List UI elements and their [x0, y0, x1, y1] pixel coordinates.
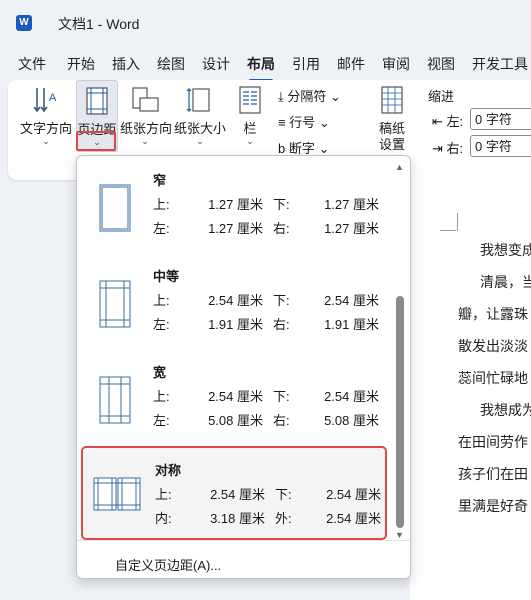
- chevron-down-icon: ⌄: [330, 89, 341, 104]
- chevron-down-icon: ⌄: [42, 136, 50, 146]
- normal-margins-icon: [99, 280, 131, 328]
- mirrored-margins-icon: [93, 477, 141, 511]
- document-line: 蕊间忙碌地: [458, 370, 528, 386]
- document-line: 瓣，让露珠: [458, 306, 528, 322]
- document-line: 清晨，当: [480, 274, 531, 290]
- document-line: 里满是好奇: [458, 498, 528, 514]
- columns-icon: [239, 86, 261, 114]
- tab-references[interactable]: 引用: [292, 54, 320, 74]
- indent-left-label: ⇤ 左:: [432, 114, 464, 129]
- margin-option-normal[interactable]: 中等 上: 2.54 厘米 下: 2.54 厘米 左: 1.91 厘米 右: 1…: [81, 254, 387, 348]
- indent-left-input[interactable]: 0 字符: [470, 108, 531, 130]
- hyphenation-icon: b: [278, 141, 286, 156]
- tab-view[interactable]: 视图: [427, 54, 455, 74]
- margins-icon: [86, 87, 108, 115]
- custom-margins-button[interactable]: 自定义页边距(A)...: [115, 555, 221, 574]
- tab-layout[interactable]: 布局: [247, 54, 275, 82]
- breaks-button[interactable]: ⤓ 分隔符 ⌄: [278, 86, 341, 105]
- margin-option-wide[interactable]: 宽 上: 2.54 厘米 下: 2.54 厘米 左: 5.08 厘米 右: 5.…: [81, 350, 387, 444]
- svg-text:A: A: [49, 92, 57, 104]
- document-line: 在田间劳作: [458, 434, 528, 450]
- document-title: 文档1 - Word: [58, 16, 140, 32]
- narrow-margins-icon: [99, 184, 131, 232]
- margins-highlight: [76, 131, 116, 151]
- indent-right-icon: ⇥: [432, 141, 443, 156]
- tab-home[interactable]: 开始: [67, 54, 95, 74]
- indent-right-input[interactable]: 0 字符: [470, 135, 531, 157]
- margin-corner-mark: [440, 230, 456, 231]
- divider: [77, 540, 410, 541]
- title-bar: W 文档1 - Word: [0, 0, 531, 46]
- chevron-down-icon: ⌄: [318, 141, 330, 156]
- orientation-button[interactable]: 纸张方向 ⌄: [120, 80, 172, 150]
- margin-option-narrow[interactable]: 窄 上: 1.27 厘米 下: 1.27 厘米 左: 1.27 厘米 右: 1.…: [81, 158, 387, 252]
- line-numbers-icon: ≡: [278, 115, 286, 130]
- scrollbar-thumb[interactable]: [396, 296, 404, 528]
- tab-draw[interactable]: 绘图: [157, 54, 185, 74]
- tab-developer[interactable]: 开发工具: [472, 54, 528, 74]
- tab-mailings[interactable]: 邮件: [337, 54, 365, 74]
- document-line: 散发出淡淡: [458, 338, 528, 354]
- tab-insert[interactable]: 插入: [112, 54, 140, 74]
- text-direction-icon: A: [33, 88, 57, 113]
- dropdown-scrollbar[interactable]: ▲ ▼: [393, 158, 407, 540]
- margins-dropdown: 窄 上: 1.27 厘米 下: 1.27 厘米 左: 1.27 厘米 右: 1.…: [76, 155, 411, 579]
- text-direction-button[interactable]: A 文字方向 ⌄: [20, 80, 72, 150]
- indent-right-label: ⇥ 右:: [432, 141, 464, 156]
- size-button[interactable]: 纸张大小 ⌄: [174, 80, 226, 150]
- margin-option-mirrored[interactable]: 对称 上: 2.54 厘米 下: 2.54 厘米 内: 3.18 厘米 外: 2…: [81, 446, 387, 540]
- manuscript-settings-button[interactable]: 稿纸 设置: [370, 80, 414, 152]
- margin-corner-mark: [455, 213, 458, 231]
- indent-title: 缩进: [428, 89, 455, 104]
- document-line: 我想变成: [480, 242, 531, 258]
- scroll-down-icon[interactable]: ▼: [395, 530, 404, 540]
- chevron-down-icon: ⌄: [141, 136, 149, 146]
- document-line: 孩子们在田: [458, 466, 528, 482]
- word-logo-icon: W: [16, 15, 32, 31]
- page-size-icon: [186, 88, 210, 112]
- chevron-down-icon: ⌄: [318, 115, 330, 130]
- document-line: 我想成为: [480, 402, 531, 418]
- tab-review[interactable]: 审阅: [382, 54, 410, 74]
- indent-left-icon: ⇤: [432, 114, 443, 129]
- chevron-down-icon: ⌄: [196, 136, 204, 146]
- manuscript-icon: [381, 86, 403, 114]
- wide-margins-icon: [99, 376, 131, 424]
- tab-file[interactable]: 文件: [18, 54, 46, 74]
- columns-button[interactable]: 栏 ⌄: [234, 80, 266, 150]
- line-numbers-button[interactable]: ≡ 行号 ⌄: [278, 112, 330, 131]
- breaks-icon: ⤓: [278, 89, 284, 104]
- chevron-down-icon: ⌄: [246, 136, 254, 146]
- tab-design[interactable]: 设计: [202, 54, 230, 74]
- orientation-icon: [132, 87, 159, 112]
- scroll-up-icon[interactable]: ▲: [395, 162, 404, 172]
- ribbon-tabs: 文件 开始 插入 绘图 设计 布局 引用 邮件 审阅 视图 开发工具: [0, 48, 531, 82]
